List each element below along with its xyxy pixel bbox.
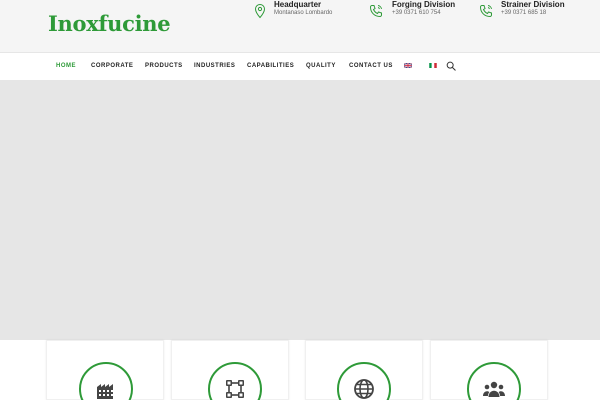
contact-strainer-division: Strainer Division +39 0371 685 18 bbox=[478, 0, 588, 52]
feature-section bbox=[0, 340, 600, 400]
contact-headquarter: Headquarter Montanaso Lombardo bbox=[252, 0, 352, 52]
location-pin-icon bbox=[254, 3, 266, 19]
search-icon[interactable] bbox=[446, 61, 456, 71]
nav-item-contact-us[interactable]: CONTACT US bbox=[349, 63, 393, 69]
feature-icon-circle bbox=[79, 362, 133, 400]
phone-icon bbox=[369, 5, 382, 18]
vector-shape-icon bbox=[226, 380, 244, 398]
nav-item-corporate[interactable]: CORPORATE bbox=[91, 63, 133, 69]
feature-card[interactable] bbox=[171, 340, 289, 400]
nav-item-home[interactable]: HOME bbox=[56, 63, 76, 69]
hero-banner bbox=[0, 81, 600, 340]
site-logo[interactable]: Inoxfucine bbox=[48, 11, 171, 36]
main-navigation: HOME CORPORATE PRODUCTS INDUSTRIES CAPAB… bbox=[0, 52, 600, 81]
feature-icon-circle bbox=[467, 362, 521, 400]
feature-card[interactable] bbox=[305, 340, 423, 400]
contact-phone[interactable]: +39 0371 610 754 bbox=[392, 10, 441, 16]
contact-phone[interactable]: +39 0371 685 18 bbox=[501, 10, 546, 16]
english-flag-icon[interactable] bbox=[404, 63, 412, 68]
nav-item-industries[interactable]: INDUSTRIES bbox=[194, 63, 235, 69]
italian-flag-icon[interactable] bbox=[429, 63, 437, 68]
factory-icon bbox=[97, 384, 113, 399]
top-header: Inoxfucine Headquarter Montanaso Lombard… bbox=[0, 0, 600, 52]
globe-icon bbox=[354, 379, 374, 399]
feature-icon-circle bbox=[337, 362, 391, 400]
users-icon bbox=[483, 381, 505, 397]
phone-icon bbox=[479, 5, 492, 18]
contact-subtitle: Montanaso Lombardo bbox=[274, 10, 333, 16]
feature-card[interactable] bbox=[46, 340, 164, 400]
nav-item-quality[interactable]: QUALITY bbox=[306, 63, 336, 69]
contact-forging-division: Forging Division +39 0371 610 754 bbox=[368, 0, 468, 52]
contact-title: Forging Division bbox=[392, 0, 456, 9]
nav-item-capabilities[interactable]: CAPABILITIES bbox=[247, 63, 294, 69]
feature-card[interactable] bbox=[430, 340, 548, 400]
contact-title: Headquarter bbox=[274, 0, 322, 9]
feature-icon-circle bbox=[208, 362, 262, 400]
contact-title: Strainer Division bbox=[501, 0, 565, 9]
nav-item-products[interactable]: PRODUCTS bbox=[145, 63, 183, 69]
